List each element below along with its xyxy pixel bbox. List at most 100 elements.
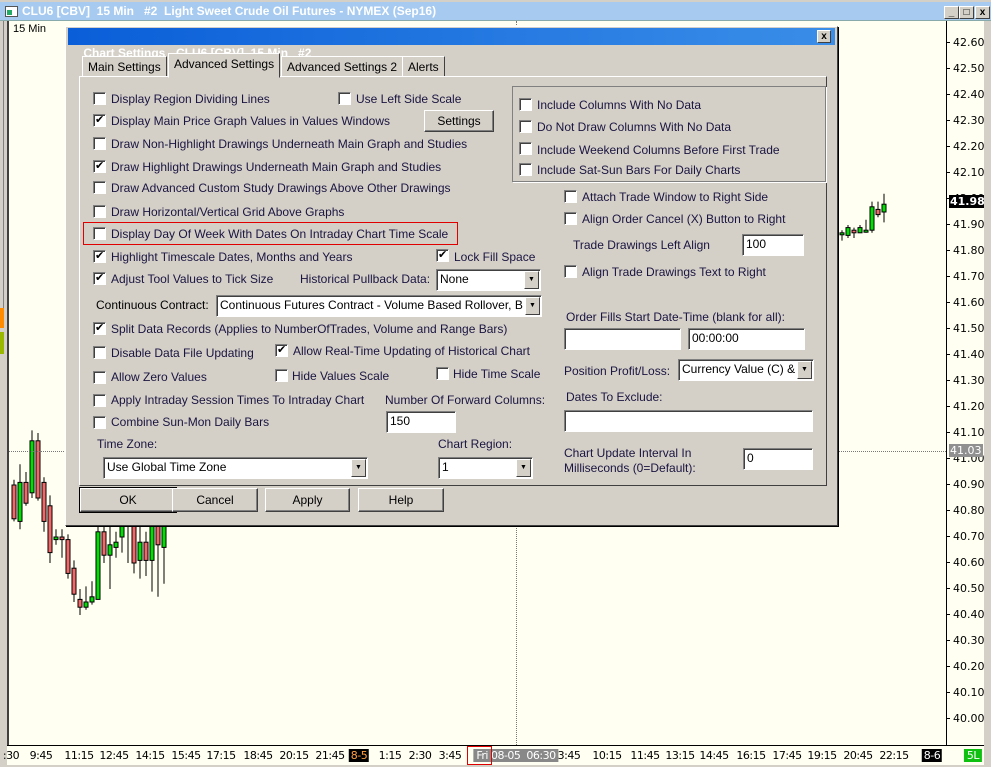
- price-tick-label: 40.00: [947, 712, 985, 725]
- candle: [29, 430, 35, 498]
- candle: [107, 524, 113, 589]
- date-label: 8-6: [921, 749, 943, 762]
- time-label: 3:45: [438, 749, 462, 762]
- tab-main-settings[interactable]: Main Settings: [82, 56, 167, 77]
- price-tick-label: 41.40: [947, 348, 985, 361]
- candle: [863, 219, 869, 233]
- candle: [95, 524, 101, 600]
- price-tick-label: 42.30: [947, 114, 985, 127]
- crosshair-price-label: 41.03: [949, 444, 983, 457]
- time-label: 1:15: [378, 749, 402, 762]
- time-label: 10:15: [592, 749, 622, 762]
- time-label: 16:15: [736, 749, 766, 762]
- candle: [41, 477, 47, 532]
- price-tick-label: 41.20: [947, 400, 985, 413]
- window-title-bar[interactable]: CLU6 [CBV] 15 Min #2 Light Sweet Crude O…: [0, 2, 991, 21]
- maximize-button[interactable]: □: [959, 6, 974, 19]
- date-label: 8-5: [348, 749, 370, 762]
- candle-body: [875, 208, 881, 216]
- price-tick-label: 40.80: [947, 504, 985, 517]
- last-price-label: 41.98: [949, 195, 986, 208]
- candle-body: [71, 567, 77, 595]
- candle-body: [101, 531, 107, 556]
- time-label: 3:45: [557, 749, 581, 762]
- candle-body: [863, 229, 869, 233]
- price-tick-label: 40.60: [947, 556, 985, 569]
- price-tick-label: 41.70: [947, 270, 985, 283]
- price-tick-label: 41.30: [947, 374, 985, 387]
- candle-body: [857, 227, 863, 234]
- close-button[interactable]: x: [975, 6, 990, 19]
- dialog-close-button[interactable]: x: [817, 30, 831, 43]
- time-label: 13:15: [665, 749, 695, 762]
- time-label: 20:15: [279, 749, 309, 762]
- candle-body: [89, 596, 95, 603]
- candle: [839, 230, 845, 241]
- candle: [77, 589, 83, 615]
- left-strip-green-marker[interactable]: [0, 332, 4, 354]
- tab-advanced-settings[interactable]: Advanced Settings: [168, 53, 281, 78]
- candle: [71, 560, 77, 602]
- left-strip-orange-marker[interactable]: [0, 308, 4, 328]
- time-label: 17:45: [772, 749, 802, 762]
- app-icon: [5, 6, 18, 17]
- minimize-button[interactable]: _: [944, 6, 959, 19]
- price-tick-label: 42.10: [947, 166, 985, 179]
- candle: [53, 529, 59, 545]
- candle: [47, 495, 53, 563]
- candle: [845, 225, 851, 238]
- time-label: 14:15: [135, 749, 165, 762]
- candle: [137, 526, 143, 579]
- candle: [17, 464, 23, 530]
- tab-advanced-settings-2[interactable]: Advanced Settings 2: [281, 56, 404, 77]
- dialog-title-bar[interactable]: Chart Settings - CLU6 [CBV] 15 Min #2 x: [68, 28, 835, 60]
- candle-body: [881, 203, 887, 213]
- candle-body: [59, 536, 65, 541]
- candle-body: [23, 481, 29, 504]
- price-tick-label: 40.20: [947, 660, 985, 673]
- price-tick-label: 40.70: [947, 530, 985, 543]
- price-tick-label: 40.40: [947, 608, 985, 621]
- tab-alerts[interactable]: Alerts: [402, 56, 445, 77]
- time-label: 11:45: [630, 749, 660, 762]
- candle-body: [77, 598, 83, 608]
- candle: [869, 201, 875, 233]
- candle: [89, 581, 95, 605]
- candle: [113, 531, 119, 558]
- time-label: 2:30: [408, 749, 432, 762]
- price-tick-label: 41.80: [947, 244, 985, 257]
- candle-body: [845, 227, 851, 236]
- left-strip: [0, 21, 4, 311]
- time-scale[interactable]: :30 9:45 11:15 12:45 14:15 15:45 17:15 1…: [3, 745, 984, 765]
- price-tick-label: 42.50: [947, 62, 985, 75]
- candle: [875, 201, 881, 218]
- price-tick-label: 41.50: [947, 322, 985, 335]
- candle-body: [83, 601, 89, 608]
- candle-body: [143, 541, 149, 561]
- candle: [857, 225, 863, 234]
- price-tick-label: 42.40: [947, 88, 985, 101]
- price-tick-label: 40.10: [947, 686, 985, 699]
- candle-body: [131, 523, 137, 564]
- candle: [35, 433, 41, 501]
- price-tick-label: 40.50: [947, 582, 985, 595]
- time-label: 22:15: [879, 749, 909, 762]
- time-label: 9:45: [29, 749, 53, 762]
- candle: [143, 531, 149, 576]
- time-label: 17:15: [206, 749, 236, 762]
- price-scale[interactable]: 42.6042.5042.4042.3042.2042.1042.0041.90…: [946, 21, 985, 745]
- time-label: 12:45: [99, 749, 129, 762]
- candle-body: [839, 232, 845, 236]
- candle-body: [851, 229, 857, 234]
- candle-body: [107, 544, 113, 556]
- time-label: :30: [2, 749, 20, 762]
- candle-body: [41, 481, 47, 522]
- chart-settings-dialog: Chart Settings - CLU6 [CBV] 15 Min #2 x …: [65, 26, 838, 526]
- price-tick-label: 41.60: [947, 296, 985, 309]
- time-label: 21:45: [315, 749, 345, 762]
- time-label: 15:45: [171, 749, 201, 762]
- candle: [23, 472, 29, 506]
- candle-body: [29, 440, 35, 494]
- candle-body: [95, 531, 101, 600]
- time-label: 14:45: [699, 749, 729, 762]
